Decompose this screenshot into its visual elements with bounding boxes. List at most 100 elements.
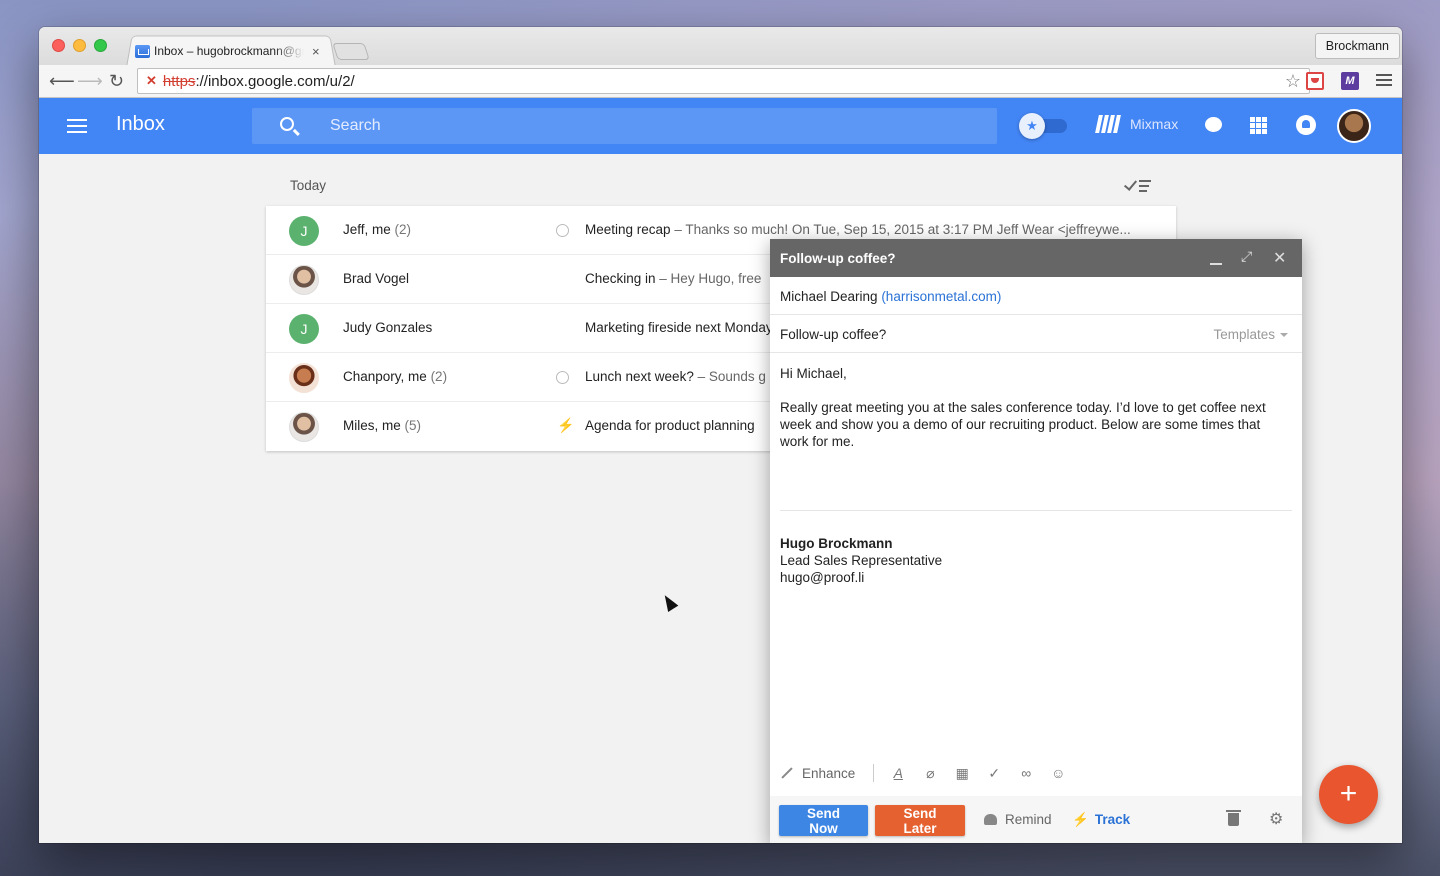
expand-icon[interactable]: ⤢ bbox=[1241, 248, 1252, 265]
formatting-toolbar: Enhance A ⌀ ▦ ✓ ∞ ☺ bbox=[780, 761, 1292, 785]
sender-name: Chanpory, me (2) bbox=[343, 369, 447, 384]
snippet: – Hey Hugo, free bbox=[655, 271, 762, 286]
subject: Checking in bbox=[585, 271, 656, 286]
send-now-button[interactable]: Send Now bbox=[779, 805, 868, 836]
bolt-icon: ⚡ bbox=[557, 417, 575, 433]
thread-count: (2) bbox=[394, 222, 412, 237]
new-tab-button[interactable] bbox=[332, 43, 370, 60]
signature: Hugo Brockmann Lead Sales Representative… bbox=[780, 535, 942, 586]
apps-grid-icon[interactable] bbox=[1250, 117, 1267, 134]
subject: Meeting recap bbox=[585, 222, 671, 237]
track-button[interactable]: ⚡ Track bbox=[1072, 812, 1130, 828]
close-window-button[interactable] bbox=[52, 39, 65, 52]
profile-button[interactable]: Brockmann bbox=[1314, 33, 1400, 59]
back-icon[interactable]: ⟵ bbox=[49, 70, 75, 92]
mixmax-extension-icon[interactable]: M bbox=[1341, 72, 1359, 90]
inbox-favicon-icon bbox=[135, 44, 150, 58]
section-header-today: Today bbox=[290, 178, 327, 193]
sender-label: Brad Vogel bbox=[343, 271, 410, 286]
task-check-icon[interactable]: ✓ bbox=[986, 765, 1002, 781]
enhance-button[interactable]: Enhance bbox=[780, 766, 855, 781]
address-bar[interactable]: ✕ https ://inbox.google.com/u/2/ ☆ bbox=[137, 68, 1310, 94]
avatar bbox=[289, 363, 319, 393]
text-format-icon[interactable]: A bbox=[890, 765, 906, 781]
reload-icon[interactable]: ↻ bbox=[109, 70, 124, 92]
url-scheme: https bbox=[162, 72, 196, 90]
avatar bbox=[289, 412, 319, 442]
main-menu-icon[interactable] bbox=[67, 119, 87, 137]
bookmark-star-icon[interactable]: ☆ bbox=[1285, 71, 1301, 92]
message-preview: Meeting recap – Thanks so much! On Tue, … bbox=[585, 222, 1165, 237]
signature-title: Lead Sales Representative bbox=[780, 553, 943, 568]
body-paragraph: Really great meeting you at the sales co… bbox=[780, 400, 1266, 449]
bolt-icon: ⚡ bbox=[1072, 812, 1089, 827]
compose-header[interactable]: Follow-up coffee? ⤢ ✕ bbox=[770, 239, 1302, 277]
url-path: ://inbox.google.com/u/2/ bbox=[195, 72, 355, 90]
browser-toolbar: ⟵ ⟶ ↻ ✕ https ://inbox.google.com/u/2/ ☆… bbox=[39, 65, 1402, 98]
thread-count: (2) bbox=[430, 369, 448, 384]
remind-label: Remind bbox=[1005, 812, 1052, 827]
mark-done-circle-icon[interactable] bbox=[556, 371, 569, 384]
signature-name: Hugo Brockmann bbox=[780, 536, 893, 551]
toolbar-divider bbox=[873, 764, 875, 782]
hangouts-icon[interactable] bbox=[1205, 117, 1222, 132]
search-icon bbox=[280, 117, 294, 131]
mixmax-label: Mixmax bbox=[1130, 116, 1179, 132]
send-later-button[interactable]: Send Later bbox=[875, 805, 965, 836]
forward-icon[interactable]: ⟶ bbox=[77, 70, 103, 92]
attachment-icon[interactable]: ⌀ bbox=[922, 765, 938, 781]
minimize-window-button[interactable] bbox=[73, 39, 86, 52]
snippet: – Thanks so much! On Tue, Sep 15, 2015 a… bbox=[670, 222, 1131, 237]
sender-label: Judy Gonzales bbox=[343, 320, 433, 335]
tab-close-icon[interactable]: × bbox=[312, 44, 320, 59]
close-icon[interactable]: ✕ bbox=[1273, 248, 1286, 268]
mark-done-circle-icon[interactable] bbox=[556, 224, 569, 237]
remind-button[interactable]: Remind bbox=[984, 812, 1052, 827]
sender-name: Miles, me (5) bbox=[343, 418, 421, 433]
sender-label: Jeff, me bbox=[343, 222, 391, 237]
to-field[interactable]: Michael Dearing (harrisonmetal.com) bbox=[770, 277, 1302, 315]
account-avatar[interactable] bbox=[1337, 109, 1371, 143]
emoji-icon[interactable]: ☺ bbox=[1050, 765, 1066, 781]
chrome-menu-icon[interactable] bbox=[1376, 74, 1392, 89]
message-body[interactable]: Hi Michael, Really great meeting you at … bbox=[780, 365, 1290, 467]
inbox-app-bar: Inbox ★ Mixmax bbox=[39, 98, 1402, 154]
calendar-icon[interactable]: ▦ bbox=[954, 765, 970, 781]
avatar: J bbox=[289, 314, 319, 344]
minimize-icon[interactable] bbox=[1210, 263, 1222, 265]
signature-email: hugo@proof.li bbox=[780, 570, 865, 585]
sender-name: Jeff, me (2) bbox=[343, 222, 411, 237]
browser-window: Inbox – hugobrockmann@gmail.com × Brockm… bbox=[39, 27, 1402, 843]
recipient-domain: (harrisonmetal.com) bbox=[881, 289, 1002, 304]
magic-wand-icon bbox=[781, 767, 793, 779]
gear-icon[interactable]: ⚙ bbox=[1269, 809, 1283, 829]
zoom-window-button[interactable] bbox=[94, 39, 107, 52]
trash-icon[interactable] bbox=[1226, 810, 1241, 826]
tab-title: Inbox – hugobrockmann@gmail.com bbox=[154, 44, 304, 58]
subject-value: Follow-up coffee? bbox=[780, 327, 887, 342]
thread-count: (5) bbox=[404, 418, 422, 433]
mixmax-button[interactable]: Mixmax bbox=[1095, 115, 1179, 133]
search-input[interactable] bbox=[330, 116, 930, 136]
track-label: Track bbox=[1094, 812, 1131, 827]
compose-fab-button[interactable]: + bbox=[1319, 765, 1378, 824]
sender-label: Chanpory, me bbox=[343, 369, 427, 384]
mixmax-logo-icon bbox=[1095, 115, 1121, 133]
notifications-bell-icon[interactable] bbox=[1296, 115, 1316, 135]
app-title: Inbox bbox=[116, 113, 165, 135]
search-box[interactable] bbox=[252, 108, 997, 144]
insecure-lock-icon: ✕ bbox=[146, 73, 157, 88]
browser-tab-content[interactable]: Inbox – hugobrockmann@gmail.com × bbox=[135, 39, 331, 63]
subject-field[interactable]: Follow-up coffee? Templates bbox=[770, 315, 1302, 353]
avatar bbox=[289, 265, 319, 295]
bell-icon bbox=[984, 814, 997, 825]
signature-divider bbox=[780, 510, 1292, 511]
tab-strip: Inbox – hugobrockmann@gmail.com × Brockm… bbox=[39, 27, 1402, 67]
sweep-done-icon[interactable] bbox=[1123, 177, 1153, 192]
sender-label: Miles, me bbox=[343, 418, 401, 433]
templates-dropdown[interactable]: Templates bbox=[1213, 327, 1288, 342]
pocket-extension-icon[interactable] bbox=[1306, 72, 1324, 90]
pinned-toggle[interactable]: ★ bbox=[1019, 113, 1067, 139]
link-icon[interactable]: ∞ bbox=[1018, 765, 1034, 781]
snippet: – Sounds g bbox=[693, 369, 766, 384]
